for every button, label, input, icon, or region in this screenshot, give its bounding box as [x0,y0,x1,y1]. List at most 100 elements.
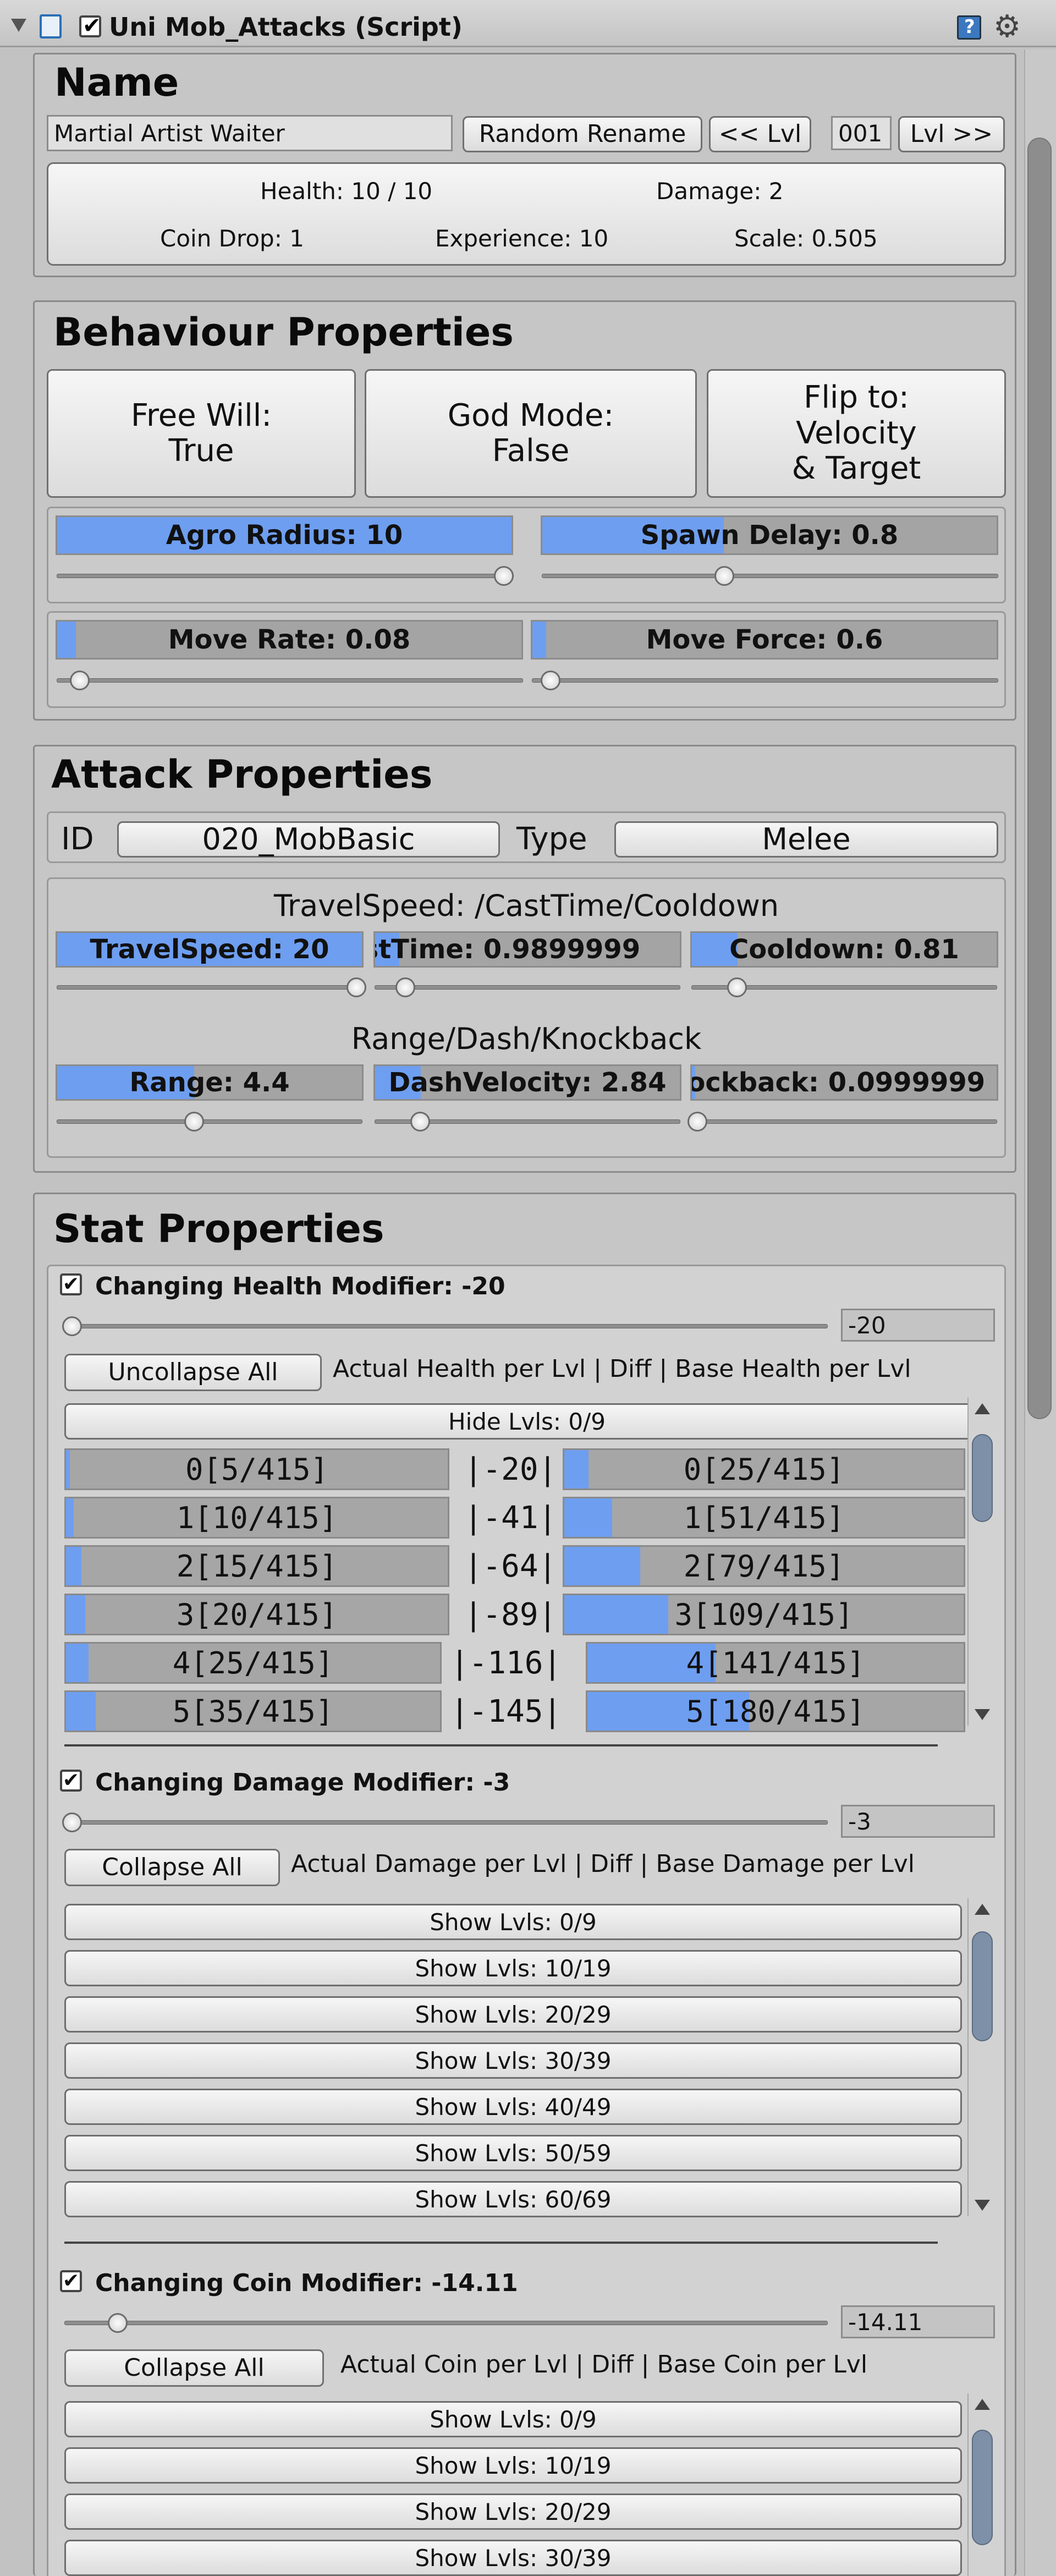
level-field[interactable]: 001 [831,116,892,150]
damage-show-lvls-button[interactable]: Show Lvls: 20/29 [64,1996,962,2033]
health-row-base: 5[180/415] [586,1690,965,1732]
behaviour-panel: Behaviour Properties Free Will: True God… [33,300,1016,721]
health-modifier-checkbox[interactable]: ✔ [60,1273,82,1295]
agro-radius-slider[interactable] [57,566,514,586]
component-header: ✔ Uni Mob_Attacks (Script) ? ⚙ [0,0,1056,47]
enabled-checkbox[interactable]: ✔ [79,13,101,39]
move-force-bar: Move Force: 0.6 [531,620,998,660]
health-row-base: 2[79/415] [563,1545,965,1587]
id-label: ID [61,821,94,857]
health-row-base: 1[51/415] [563,1497,965,1539]
health-row-diff: |-116| [450,1645,562,1681]
behaviour-heading: Behaviour Properties [53,310,514,355]
move-force-label: Move Force: 0.6 [646,624,883,655]
scale-stat: Scale: 0.505 [734,225,878,252]
coin-modifier-field[interactable]: -14.11 [841,2305,995,2338]
hide-lvls-button[interactable]: Hide Lvls: 0/9 [64,1403,989,1440]
stat-heading: Stat Properties [53,1206,384,1251]
coin-show-lvls-button[interactable]: Show Lvls: 10/19 [64,2447,962,2484]
gear-icon[interactable]: ⚙ [993,9,1021,45]
name-panel: Name Martial Artist Waiter Random Rename… [33,53,1016,277]
inspector-scroll-thumb[interactable] [1027,138,1052,1419]
damage-show-lvls-button[interactable]: Show Lvls: 0/9 [64,1904,962,1940]
damage-modifier-checkbox[interactable]: ✔ [60,1770,82,1792]
random-rename-button[interactable]: Random Rename [463,116,702,152]
coin-legend: Actual Coin per Lvl | Diff | Base Coin p… [340,2350,868,2379]
damage-modifier-label: Changing Damage Modifier: -3 [95,1768,510,1797]
name-field[interactable]: Martial Artist Waiter [47,115,453,151]
coin-modifier-slider[interactable] [64,2313,828,2333]
cooldown-label: Cooldown: 0.81 [729,934,959,965]
divider [64,1744,938,1746]
range-label: Range: 4.4 [129,1067,290,1098]
damage-modifier-slider[interactable] [62,1812,828,1832]
move-rate-slider[interactable] [57,671,523,690]
prev-level-button[interactable]: << Lvl [709,116,811,152]
coin-show-lvls-button[interactable]: Show Lvls: 30/39 [64,2540,962,2576]
divider [64,2242,938,2244]
coin-collapse-all-button[interactable]: Collapse All [64,2349,324,2387]
spawn-delay-slider[interactable] [542,566,998,586]
coin-modifier-label: Changing Coin Modifier: -14.11 [95,2269,518,2297]
health-rows-scrollbar[interactable] [967,1398,995,1726]
cast-time-slider[interactable] [375,977,680,997]
move-rate-knob[interactable] [70,671,90,690]
health-row-diff: |-41| [464,1500,557,1536]
attack-panel: Attack Properties ID 020_MobBasic Type M… [33,745,1016,1173]
travel-speed-bar: TravelSpeed: 20 [56,931,364,968]
travel-speed-slider[interactable] [57,977,366,997]
damage-show-lvls-button[interactable]: Show Lvls: 60/69 [64,2181,962,2217]
cast-time-bar: CastTime: 0.9899999 [373,931,681,968]
type-value-button[interactable]: Melee [614,821,998,858]
move-rate-label: Move Rate: 0.08 [168,624,411,655]
health-row-actual: 1[10/415] [64,1497,449,1539]
health-modifier-slider[interactable] [62,1316,828,1336]
damage-modifier-field[interactable]: -3 [841,1805,995,1838]
move-force-knob[interactable] [540,671,560,690]
coin-show-lvls-button[interactable]: Show Lvls: 20/29 [64,2493,962,2530]
damage-show-lvls-button[interactable]: Show Lvls: 50/59 [64,2135,962,2171]
help-icon[interactable]: ? [957,15,981,40]
coin-modifier-checkbox[interactable]: ✔ [60,2270,82,2292]
health-row-base: 3[109/415] [563,1594,965,1635]
coin-show-lvls-button[interactable]: Show Lvls: 0/9 [64,2401,962,2437]
health-modifier-field[interactable]: -20 [841,1309,995,1342]
experience-stat: Experience: 10 [435,225,609,252]
damage-show-lvls-button[interactable]: Show Lvls: 40/49 [64,2089,962,2125]
name-heading: Name [54,60,179,105]
dash-velocity-slider[interactable] [375,1112,680,1132]
cooldown-bar: Cooldown: 0.81 [690,931,998,968]
cooldown-slider[interactable] [691,977,997,997]
damage-show-lvls-button[interactable]: Show Lvls: 30/39 [64,2042,962,2079]
spawn-delay-bar: Spawn Delay: 0.8 [541,515,998,555]
range-bar: Range: 4.4 [56,1064,364,1101]
flip-to-button[interactable]: Flip to: Velocity & Target [707,369,1006,498]
spawn-delay-knob[interactable] [714,566,734,586]
inspector: ✔ Uni Mob_Attacks (Script) ? ⚙ Name Mart… [0,0,1056,2576]
god-mode-button[interactable]: God Mode: False [365,369,697,498]
damage-collapse-all-button[interactable]: Collapse All [64,1849,280,1886]
move-force-slider[interactable] [532,671,998,690]
fold-arrow-icon[interactable] [11,19,26,32]
component-title: Uni Mob_Attacks (Script) [109,12,463,42]
coin-drop-stat: Coin Drop: 1 [160,225,304,252]
health-row-diff: |-89| [464,1597,557,1633]
health-row-actual: 3[20/415] [64,1594,449,1635]
uncollapse-all-button[interactable]: Uncollapse All [64,1354,322,1391]
damage-lvls-scrollbar[interactable] [967,1898,995,2216]
health-row-actual: 5[35/415] [64,1690,442,1732]
damage-show-lvls-button[interactable]: Show Lvls: 10/19 [64,1950,962,1986]
health-row-actual: 0[5/415] [64,1448,449,1490]
health-row-diff: |-20| [464,1452,557,1487]
next-level-button[interactable]: Lvl >> [898,116,1005,152]
knockback-slider[interactable] [688,1112,997,1132]
knockback-label: Knockback: 0.0999999 [690,1067,986,1098]
agro-radius-knob[interactable] [494,566,514,586]
free-will-button[interactable]: Free Will: True [47,369,356,498]
knockback-bar: Knockback: 0.0999999 [690,1064,998,1101]
health-row-base: 4[141/415] [586,1642,965,1684]
id-value-button[interactable]: 020_MobBasic [117,821,500,858]
type-label: Type [516,821,587,857]
range-slider[interactable] [57,1112,362,1132]
coin-lvls-scrollbar[interactable] [967,2393,995,2576]
